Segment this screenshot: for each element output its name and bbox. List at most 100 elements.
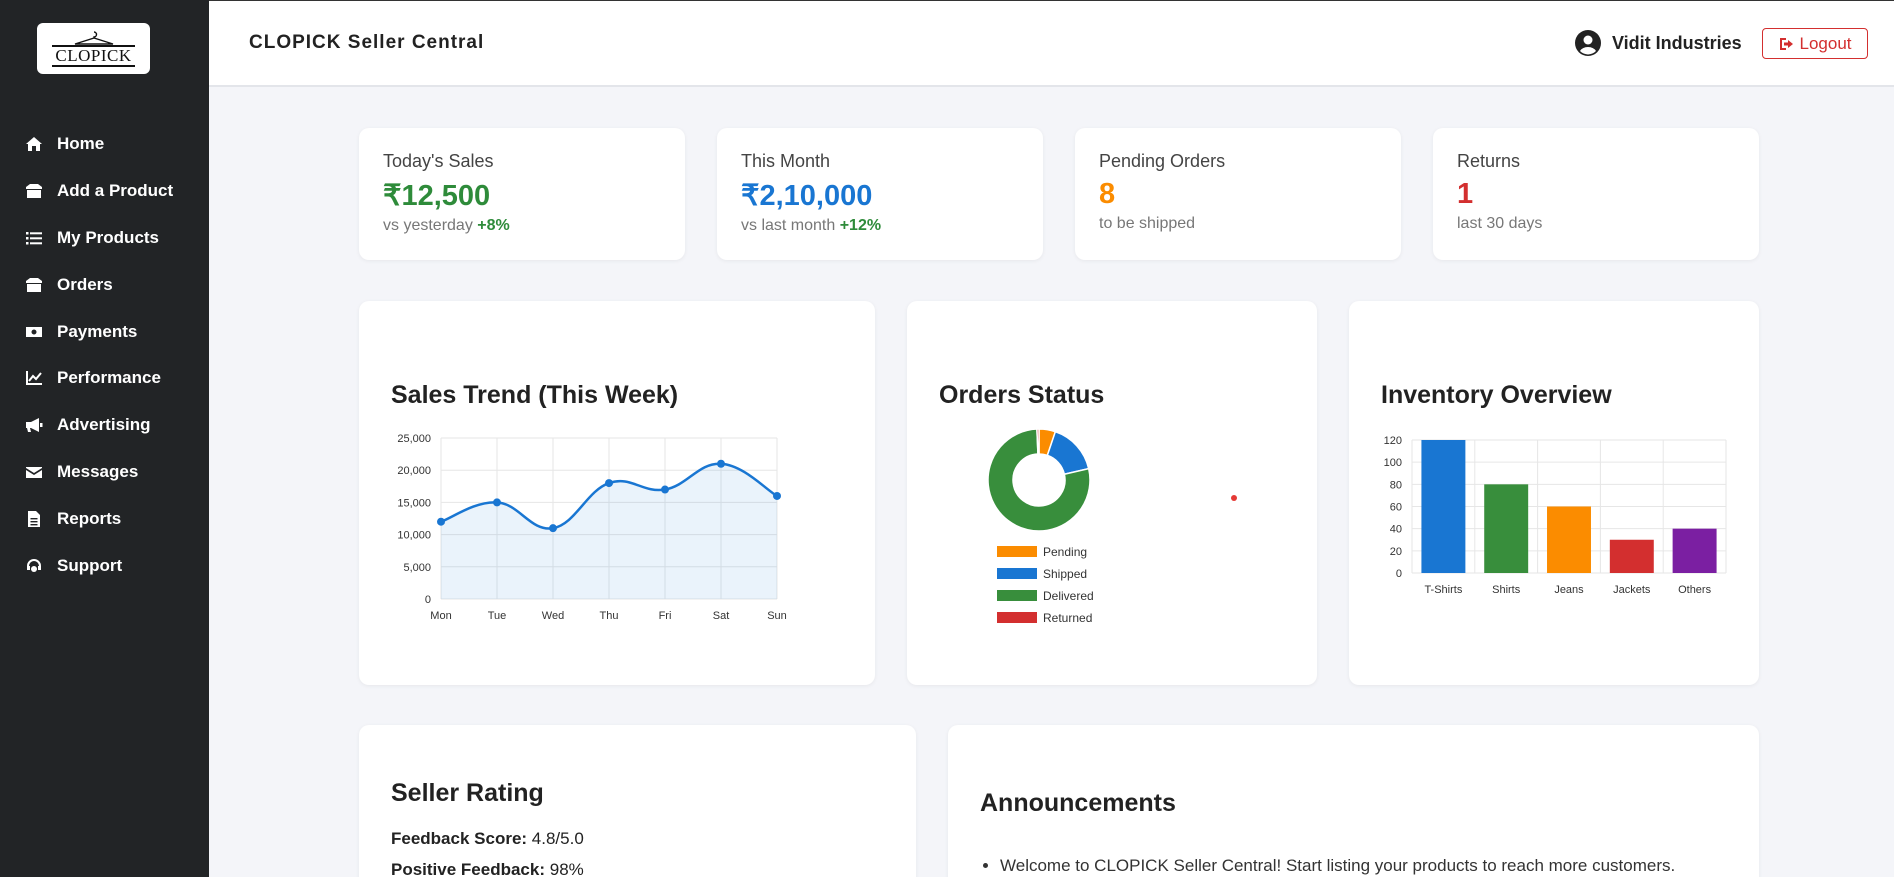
sidebar-item-label: Add a Product — [57, 181, 174, 201]
x-tick-label: Others — [1678, 584, 1712, 596]
sidebar-item-label: Orders — [57, 274, 113, 294]
sidebar-item-support[interactable]: Support — [0, 542, 209, 589]
seller-rating-card: Seller Rating Feedback Score: 4.8/5.0 Po… — [359, 725, 916, 877]
list-item: Welcome to CLOPICK Seller Central! Start… — [1000, 856, 1675, 876]
legend-swatch — [997, 568, 1037, 579]
stat-card-this-month: This Month ₹2,10,000 vs last month +12% — [717, 128, 1043, 260]
page-title: CLOPICK Seller Central — [249, 32, 485, 53]
legend-label: Pending — [1043, 545, 1087, 559]
box-plus-icon — [25, 183, 45, 199]
legend-swatch — [997, 546, 1037, 557]
sidebar-item-home[interactable]: Home — [0, 121, 209, 168]
sales-trend-chart: 0 5,000 10,000 15,000 20,000 25,000 Mon Tue Wed T… — [397, 433, 787, 622]
data-point — [437, 517, 445, 526]
y-tick-label: 10,000 — [397, 530, 431, 542]
x-tick-label: Fri — [659, 610, 672, 622]
y-tick-label: 15,000 — [397, 497, 431, 509]
data-point — [661, 485, 669, 494]
top-header: CLOPICK Seller Central Vidit Industries … — [209, 0, 1894, 87]
sign-out-icon — [1779, 37, 1793, 50]
stat-card-returns: Returns 1 last 30 days — [1433, 128, 1759, 260]
x-tick-label: Jackets — [1613, 584, 1651, 596]
stat-value: ₹2,10,000 — [741, 180, 873, 212]
sidebar-item-orders[interactable]: Orders — [0, 261, 209, 308]
stat-delta: +12% — [839, 217, 882, 234]
x-tick-label: Wed — [542, 610, 564, 622]
feedback-score: Feedback Score: 4.8/5.0 — [391, 829, 584, 848]
sidebar-item-label: Support — [57, 555, 123, 575]
legend-label: Delivered — [1043, 589, 1094, 603]
megaphone-icon — [25, 417, 45, 433]
data-point — [493, 498, 501, 507]
stat-subtext: last 30 days — [1457, 215, 1543, 232]
stat-label: Returns — [1457, 151, 1521, 171]
home-icon — [25, 136, 45, 152]
pie-slice — [1046, 430, 1090, 476]
orders-status-card: Orders Status Pending Shipped Delivered Ret… — [907, 301, 1317, 685]
x-tick-label: Tue — [488, 610, 507, 622]
section-title: Announcements — [980, 789, 1176, 817]
x-tick-label: Thu — [600, 610, 619, 622]
pie-slice — [1036, 428, 1040, 455]
y-tick-label: 0 — [425, 594, 431, 606]
announcements-list: Welcome to CLOPICK Seller Central! Start… — [1000, 856, 1675, 876]
sidebar-item-label: Home — [57, 134, 105, 154]
sidebar-item-performance[interactable]: Performance — [0, 355, 209, 402]
stat-subtext: vs yesterday +8% — [383, 217, 510, 234]
legend-label: Shipped — [1043, 567, 1087, 581]
y-tick-label: 20,000 — [397, 465, 431, 477]
sidebar-item-my-products[interactable]: My Products — [0, 215, 209, 262]
inventory-overview-card: Inventory Overview 0 20 40 60 80 100 120 T-Shir… — [1349, 301, 1759, 685]
hanger-icon — [74, 30, 113, 45]
stat-label: Pending Orders — [1099, 151, 1226, 171]
y-tick-label: 5,000 — [403, 562, 431, 574]
stat-card-pending-orders: Pending Orders 8 to be shipped — [1075, 128, 1401, 260]
y-tick-label: 0 — [1396, 568, 1402, 580]
user-name: Vidit Industries — [1612, 32, 1742, 53]
bar — [1609, 539, 1654, 573]
money-icon — [25, 324, 45, 340]
sidebar: CLOPICK Home Add a Product My Products O… — [0, 0, 209, 877]
boxes-icon — [25, 277, 45, 293]
user-menu[interactable]: Vidit Industries — [1574, 29, 1742, 57]
headset-icon — [25, 558, 45, 574]
y-tick-label: 120 — [1384, 435, 1402, 447]
logo[interactable]: CLOPICK — [37, 23, 150, 74]
bar — [1421, 440, 1466, 573]
bar — [1484, 484, 1529, 573]
x-tick-label: Sun — [767, 610, 787, 622]
bar — [1547, 506, 1591, 573]
y-tick-label: 25,000 — [397, 433, 431, 445]
file-icon — [25, 510, 45, 527]
sidebar-item-reports[interactable]: Reports — [0, 495, 209, 542]
x-tick-label: T-Shirts — [1424, 584, 1462, 596]
sidebar-item-label: Reports — [57, 508, 122, 528]
data-point — [549, 524, 557, 533]
x-tick-label: Mon — [430, 610, 451, 622]
legend-swatch — [997, 612, 1037, 623]
sidebar-item-label: Messages — [57, 461, 139, 481]
stat-label: Today's Sales — [383, 151, 494, 171]
sidebar-item-add-product[interactable]: Add a Product — [0, 168, 209, 215]
logout-button[interactable]: Logout — [1762, 28, 1868, 59]
y-tick-label: 80 — [1390, 479, 1402, 491]
stat-value: 1 — [1457, 178, 1474, 210]
data-point — [773, 491, 781, 500]
sidebar-item-label: Performance — [57, 368, 161, 388]
chart-line-icon — [25, 370, 45, 386]
announcements-card: Announcements Welcome to CLOPICK Seller … — [948, 725, 1759, 877]
stat-value: ₹12,500 — [383, 180, 491, 212]
sidebar-item-label: My Products — [57, 227, 160, 247]
x-tick-label: Shirts — [1492, 584, 1521, 596]
stat-subtext: vs last month +12% — [741, 217, 882, 234]
sidebar-item-payments[interactable]: Payments — [0, 308, 209, 355]
logo-text: CLOPICK — [52, 44, 135, 67]
sidebar-item-advertising[interactable]: Advertising — [0, 402, 209, 449]
cursor-dot — [1231, 495, 1237, 501]
sidebar-item-messages[interactable]: Messages — [0, 449, 209, 496]
stat-card-todays-sales: Today's Sales ₹12,500 vs yesterday +8% — [359, 128, 685, 260]
stat-value: 8 — [1099, 178, 1116, 210]
bar — [1672, 528, 1717, 573]
data-point — [717, 459, 725, 468]
stat-subtext: to be shipped — [1099, 215, 1196, 232]
